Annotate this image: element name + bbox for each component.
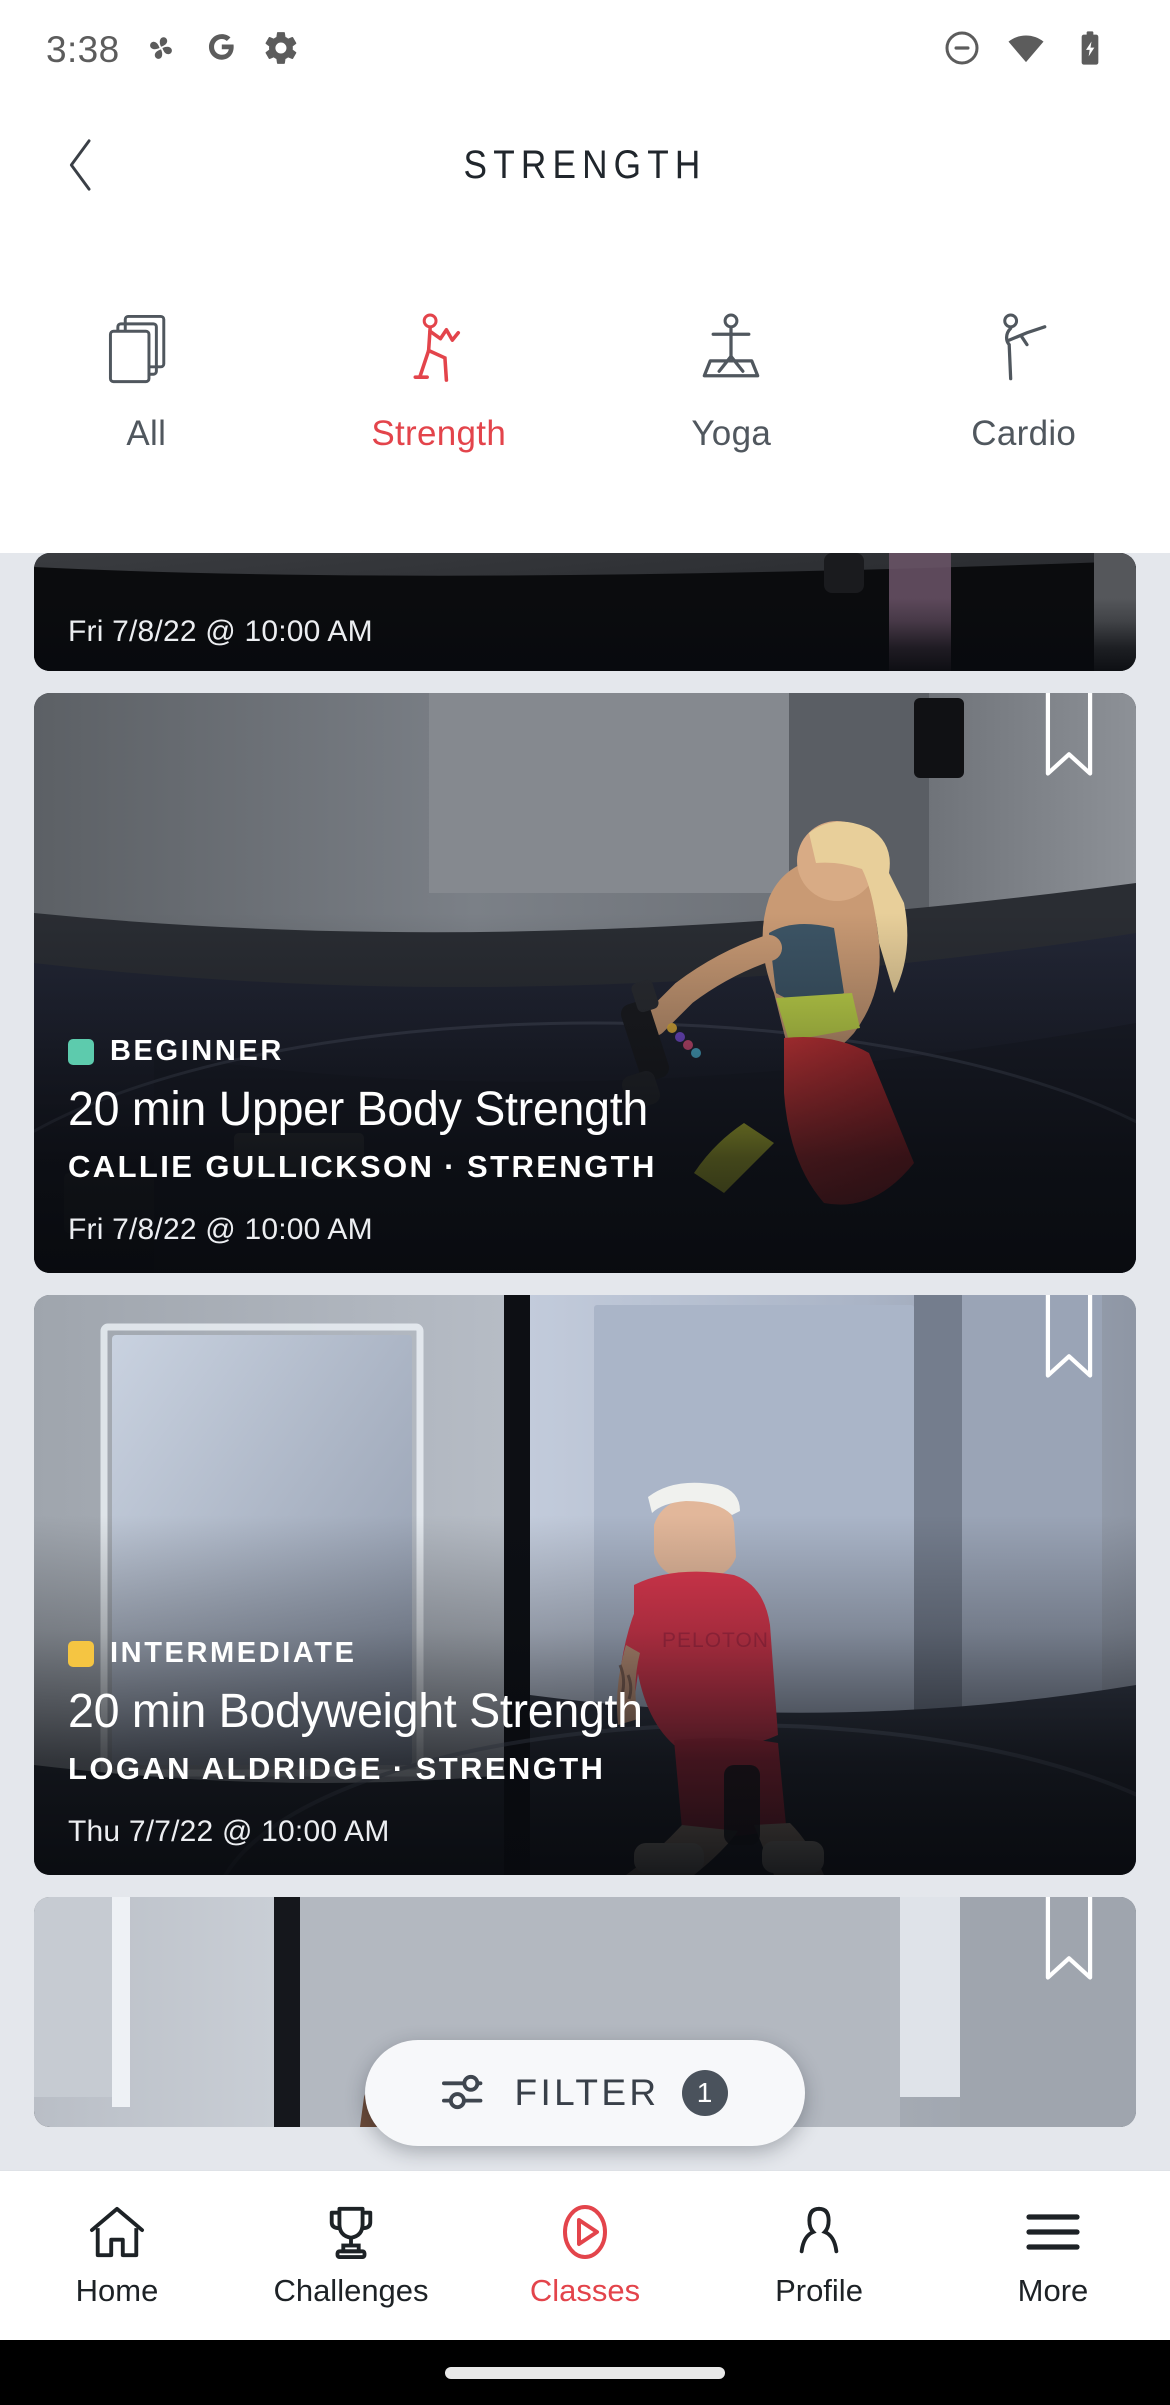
class-meta: LOGAN ALDRIDGE · STRENGTH: [68, 1751, 1102, 1787]
difficulty-badge: INTERMEDIATE: [68, 1637, 1102, 1670]
discipline-label: STRENGTH: [467, 1149, 657, 1184]
nav-item-profile[interactable]: Profile: [702, 2203, 936, 2309]
category-tab-yoga[interactable]: Yoga: [585, 308, 878, 454]
meta-separator: ·: [392, 1751, 406, 1786]
class-date: Fri 7/8/22 @ 10:00 AM: [68, 615, 373, 648]
battery-charging-icon: [1070, 28, 1110, 73]
discipline-label: STRENGTH: [415, 1751, 606, 1786]
class-title: 20 min Upper Body Strength: [68, 1083, 648, 1136]
trophy-icon: [323, 2203, 379, 2261]
category-tab-label: Yoga: [691, 414, 772, 453]
nav-label: Challenges: [273, 2272, 429, 2308]
play-circle-icon: [557, 2203, 613, 2261]
class-card-body: INTERMEDIATE 20 min Bodyweight Strength …: [68, 1637, 1102, 1849]
category-tab-bar: All Strength Yoga Cardio: [0, 230, 1170, 553]
status-bar-left: 3:38: [46, 29, 300, 72]
do-not-disturb-icon: [942, 28, 982, 73]
person-icon: [791, 2203, 847, 2261]
nav-item-classes[interactable]: Classes: [468, 2203, 702, 2309]
bottom-navigation: Home Challenges Classes Profile More: [0, 2170, 1170, 2340]
meta-separator: ·: [444, 1149, 458, 1184]
app-screen: 3:38 STRENGTH All Strength Yoga Cardio F…: [0, 0, 1170, 2405]
class-card[interactable]: BEGINNER 20 min Upper Body Strength CALL…: [34, 693, 1136, 1273]
gear-icon: [262, 29, 300, 72]
google-g-icon: [202, 29, 240, 72]
class-card-body: Fri 7/8/22 @ 10:00 AM: [68, 615, 1102, 649]
nav-label: Classes: [529, 2272, 641, 2308]
difficulty-label: INTERMEDIATE: [110, 1637, 357, 1669]
instructor-name: CALLIE GULLICKSON: [68, 1149, 435, 1184]
home-indicator[interactable]: [445, 2366, 725, 2379]
stacked-cards-icon: [107, 308, 185, 392]
class-list[interactable]: Fri 7/8/22 @ 10:00 AM BEGINNER 20 min Up…: [0, 553, 1170, 2170]
category-tab-label: Strength: [371, 414, 507, 453]
cardio-figure-icon: [985, 308, 1063, 392]
instructor-name: LOGAN ALDRIDGE: [68, 1751, 383, 1786]
category-tab-strength[interactable]: Strength: [293, 308, 586, 454]
strength-figure-icon: [400, 308, 478, 392]
page-title: STRENGTH: [463, 142, 707, 187]
status-time: 3:38: [46, 29, 120, 70]
bookmark-icon[interactable]: [1042, 1897, 1096, 1994]
class-card[interactable]: PELOTON INTERMEDIATE 20 min Bodyweight S…: [34, 1295, 1136, 1875]
class-date: Thu 7/7/22 @ 10:00 AM: [68, 1815, 390, 1848]
difficulty-badge: BEGINNER: [68, 1035, 1102, 1068]
difficulty-label: BEGINNER: [110, 1035, 284, 1067]
yoga-figure-icon: [692, 308, 770, 392]
nav-item-challenges[interactable]: Challenges: [234, 2203, 468, 2309]
class-meta: CALLIE GULLICKSON · STRENGTH: [68, 1149, 1102, 1185]
bookmark-icon[interactable]: [1042, 693, 1096, 790]
nav-item-home[interactable]: Home: [0, 2203, 234, 2309]
difficulty-color-chip: [68, 1038, 94, 1065]
system-gesture-bar: [0, 2340, 1170, 2405]
bookmark-icon[interactable]: [1042, 1295, 1096, 1392]
class-title: 20 min Bodyweight Strength: [68, 1685, 643, 1738]
status-bar-right: [942, 28, 1134, 73]
home-icon: [88, 2203, 146, 2261]
category-tab-all[interactable]: All: [0, 308, 293, 454]
nav-label: More: [1017, 2272, 1089, 2308]
category-tab-label: All: [126, 414, 167, 453]
filter-label: FILTER: [514, 2072, 660, 2113]
hamburger-icon: [1025, 2203, 1081, 2261]
category-tab-label: Cardio: [971, 414, 1077, 453]
nav-label: Home: [75, 2272, 159, 2308]
app-header: STRENGTH: [0, 100, 1170, 230]
category-tab-cardio[interactable]: Cardio: [878, 308, 1170, 454]
status-bar: 3:38: [0, 0, 1170, 100]
sliders-icon: [442, 2069, 492, 2118]
nav-label: Profile: [775, 2272, 863, 2308]
filter-button[interactable]: FILTER 1: [365, 2040, 805, 2146]
wifi-icon: [1006, 28, 1046, 73]
difficulty-color-chip: [68, 1640, 94, 1667]
pinwheel-icon: [142, 29, 180, 72]
filter-count-badge: 1: [681, 2070, 728, 2116]
nav-item-more[interactable]: More: [936, 2203, 1170, 2309]
class-date: Fri 7/8/22 @ 10:00 AM: [68, 1213, 373, 1246]
class-card[interactable]: Fri 7/8/22 @ 10:00 AM: [34, 553, 1136, 671]
class-card-body: BEGINNER 20 min Upper Body Strength CALL…: [68, 1035, 1102, 1247]
